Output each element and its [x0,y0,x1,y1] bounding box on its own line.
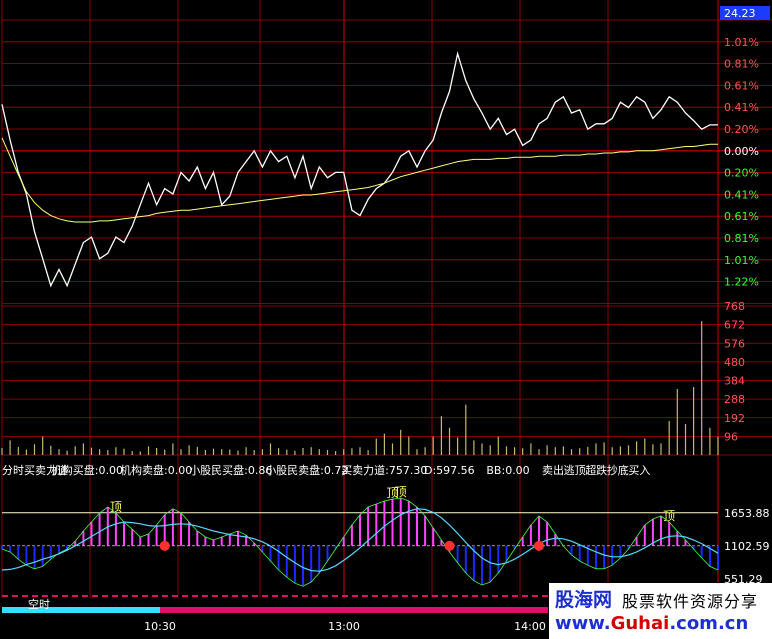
volume-panel [1,321,719,455]
buy-signal-icon [159,540,170,551]
volume-axis-label: 288 [724,393,745,406]
top-marker: 顶 [663,509,675,523]
volume-axis-label: 768 [724,300,745,313]
bottom-label: 空时 [28,597,50,611]
current-price-badge: 24.23 [720,6,770,20]
time-axis-label: 10:30 [144,620,176,633]
price-axis-label: 0.61% [724,79,759,92]
buy-signal-dot [444,540,455,551]
volume-axis-label: 576 [724,337,745,350]
volume-axis-label: 192 [724,412,745,425]
indicator-header: 分时买卖力道机构买盘:0.00机构卖盘:0.00小股民买盘:0.86小股民卖盘:… [2,463,650,477]
watermark-url: www.Guhai.com.cn [555,613,748,634]
indicator-header-item: 逃顶 [564,464,586,477]
indicator-header-item: BB:0.00 [486,464,529,477]
volume-axis-label: 96 [724,430,738,443]
intraday-chart: 分时买卖力道机构买盘:0.00机构卖盘:0.00小股民买盘:0.86小股民卖盘:… [1,0,772,633]
volume-axis-label: 672 [724,319,745,332]
indicator-header-item: 抄底 [607,463,629,477]
watermark-slogan: 股票软件资源分享 [622,592,759,611]
indicator-header-item: 买卖力道:757.30 [341,463,427,477]
indicator-header-item: D:597.56 [424,464,475,477]
price-axis-label: 0.61% [724,210,759,223]
price-axis-label: 0.20% [724,123,759,136]
indicator-header-item: 超跌 [585,463,607,477]
price-axis-label: 0.41% [724,101,759,114]
price-axis-label: 0.00% [724,145,759,158]
strip-cyan [2,607,160,613]
indicator-header-item: 小股民卖盘:0.72 [265,463,348,477]
time-axis-label: 14:00 [514,620,546,633]
strip-magenta [160,607,548,613]
indicator-header-item: 卖出 [542,463,564,477]
price-axis-label: 0.20% [724,167,759,180]
watermark-url-suffix: .com.cn [669,613,749,634]
time-axis-label: 13:00 [328,620,360,633]
current-price-value: 24.23 [724,7,756,20]
indicator-header-item: 买入 [628,464,650,477]
watermark-brand: 股海网 [555,589,613,611]
watermark-url-prefix: www. [555,613,611,634]
price-axis-label: 0.81% [724,58,759,71]
indicator-header-item: 机构卖盘:0.00 [120,463,192,477]
buy-signal-icon [534,540,544,551]
status-strip [2,595,548,613]
volume-axis-label: 480 [724,356,745,369]
volume-axis-label: 384 [724,375,745,388]
buy-signal-dot [159,540,170,551]
indicator-axis-label: 1653.88 [724,507,770,520]
indicator-axis-label: 1102.59 [724,540,770,553]
buy-signal-icon [444,540,455,551]
watermark-url-brand: Guhai [610,613,670,634]
price-line [1,51,718,288]
price-axis-label: 1.01% [724,254,759,267]
watermark: 股海网 股票软件资源分享 www.Guhai.com.cn [549,583,772,639]
price-axis-label: 1.22% [724,276,759,289]
price-axis-label: 0.41% [724,188,759,201]
top-marker: 顶 [395,485,407,499]
top-marker: 顶 [110,500,122,514]
price-panel [1,51,718,288]
price-axis-label: 1.01% [724,36,759,49]
buy-signal-dot [534,540,544,551]
indicator-header-item: 小股民买盘:0.86 [189,463,272,477]
price-axis-label: 0.81% [724,232,759,245]
indicator-header-item: 机构买盘:0.00 [51,463,123,477]
